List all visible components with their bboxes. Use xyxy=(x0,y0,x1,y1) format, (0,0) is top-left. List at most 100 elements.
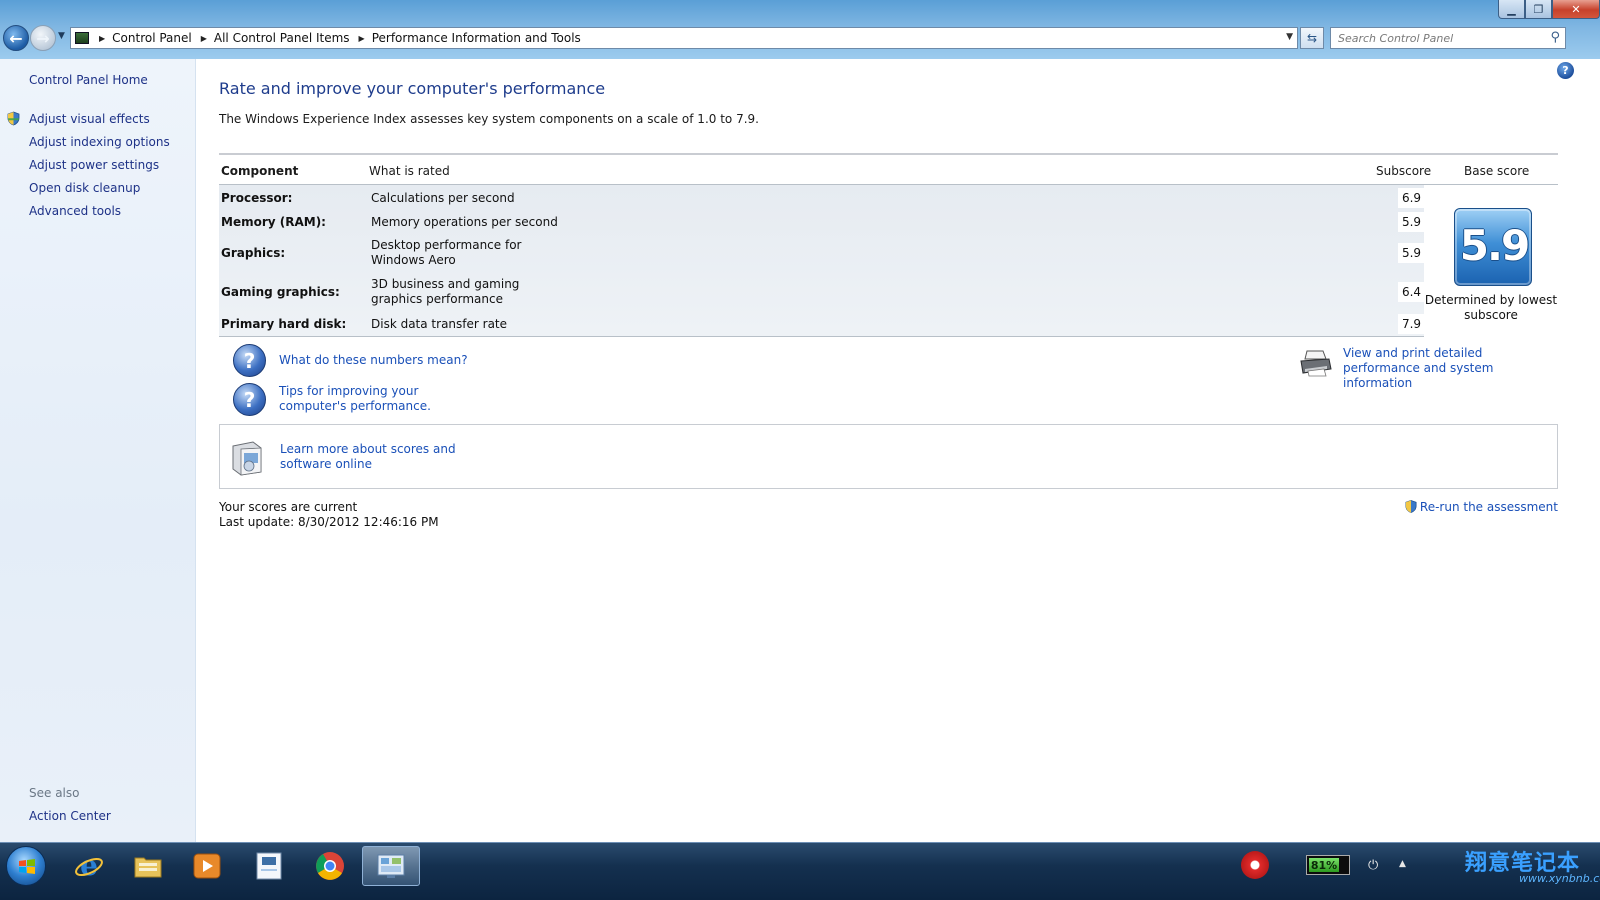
control-panel-home-link[interactable]: Control Panel Home xyxy=(29,73,148,87)
tips-improving-link[interactable]: Tips for improving your computer's perfo… xyxy=(279,384,484,414)
battery-indicator[interactable]: 81% xyxy=(1306,855,1350,875)
task-label[interactable]: Adjust indexing options xyxy=(29,135,170,149)
subscore-value: 5.9 xyxy=(1398,243,1425,263)
see-also-heading: See also xyxy=(29,786,80,800)
minimize-icon: ▁ xyxy=(1507,2,1516,16)
base-score-value: 5.9 xyxy=(1459,221,1530,270)
task-label[interactable]: Open disk cleanup xyxy=(29,181,140,195)
media-player-icon xyxy=(193,853,221,879)
address-dropdown-icon[interactable]: ▼ xyxy=(1286,32,1293,42)
learn-more-box: Learn more about scores and software onl… xyxy=(219,424,1558,489)
task-label[interactable]: Advanced tools xyxy=(29,204,121,218)
taskbar-control-panel[interactable] xyxy=(362,846,420,886)
table-body: Processor: Calculations per second 6.9 M… xyxy=(219,185,1558,337)
show-hidden-icons-icon[interactable]: ▲ xyxy=(1399,859,1406,869)
page-title: Rate and improve your computer's perform… xyxy=(219,79,606,98)
taskbar-internet-explorer[interactable]: e xyxy=(60,846,118,886)
internet-explorer-icon: e xyxy=(75,850,103,882)
task-adjust-visual-effects[interactable]: Adjust visual effects xyxy=(0,107,196,130)
windows-logo-icon xyxy=(19,859,35,874)
base-score-badge: 5.9 xyxy=(1454,208,1532,286)
search-icon[interactable]: ⚲ xyxy=(1550,30,1560,45)
table-row-memory: Memory (RAM): Memory operations per seco… xyxy=(219,212,1425,232)
breadcrumb-label[interactable]: All Control Panel Items xyxy=(214,31,350,45)
recent-pages-dropdown[interactable]: ▼ xyxy=(58,31,65,41)
taskbar-notepad[interactable] xyxy=(240,846,298,886)
subscore-value: 5.9 xyxy=(1398,212,1425,232)
table-header: Component What is rated Subscore Base sc… xyxy=(219,155,1558,185)
refresh-icon: ⇆ xyxy=(1306,31,1318,45)
taskbar-media-player[interactable] xyxy=(178,846,236,886)
breadcrumb-item-all-items[interactable]: ▶ All Control Panel Items xyxy=(192,31,350,45)
component-name: Memory (RAM): xyxy=(221,215,326,229)
subscore-value: 6.4 xyxy=(1398,282,1425,302)
header-base-score: Base score xyxy=(1464,164,1530,178)
view-print-details-link[interactable]: View and print detailed performance and … xyxy=(1343,346,1558,391)
shield-icon xyxy=(1405,500,1417,513)
shield-icon xyxy=(7,111,20,126)
subscore-value: 7.9 xyxy=(1398,314,1425,334)
close-button[interactable]: ✕ xyxy=(1552,0,1600,19)
refresh-button[interactable]: ⇆ xyxy=(1300,27,1324,49)
taskbar-windows-explorer[interactable] xyxy=(119,846,177,886)
breadcrumb-label[interactable]: Control Panel xyxy=(112,31,192,45)
breadcrumb-item-performance[interactable]: ▶ Performance Information and Tools xyxy=(350,31,581,45)
breadcrumb-label[interactable]: Performance Information and Tools xyxy=(372,31,581,45)
what-is-rated: Desktop performance for Windows Aero xyxy=(371,238,522,267)
arrow-right-icon: → xyxy=(36,28,50,48)
notepad-icon xyxy=(256,852,282,880)
base-score-caption: Determined by lowest subscore xyxy=(1424,293,1558,322)
back-button[interactable]: ← xyxy=(3,25,29,51)
table-row-gaming-graphics: Gaming graphics: 3D business and gaming … xyxy=(219,275,1425,309)
task-advanced-tools[interactable]: Advanced tools xyxy=(0,199,196,222)
what-is-rated: Disk data transfer rate xyxy=(371,316,508,331)
rerun-label[interactable]: Re-run the assessment xyxy=(1420,500,1558,514)
minimize-button[interactable]: ▁ xyxy=(1498,0,1525,19)
chevron-down-icon: ▼ xyxy=(58,31,65,41)
action-center-link[interactable]: Action Center xyxy=(29,809,111,823)
task-adjust-indexing-options[interactable]: Adjust indexing options xyxy=(0,130,196,153)
address-bar[interactable]: ▶ Control Panel ▶ All Control Panel Item… xyxy=(70,27,1298,49)
learn-more-scores-link[interactable]: Learn more about scores and software onl… xyxy=(280,442,485,472)
power-plug-icon[interactable]: ⏻ xyxy=(1368,858,1378,873)
task-list: Adjust visual effects Adjust indexing op… xyxy=(0,107,196,222)
chrome-icon xyxy=(316,852,344,880)
forward-button[interactable]: → xyxy=(30,25,56,51)
control-panel-icon xyxy=(377,854,405,878)
what-is-rated: 3D business and gaming graphics performa… xyxy=(371,277,520,306)
window-controls: ▁ ❐ ✕ xyxy=(1498,0,1600,19)
question-icon: ? xyxy=(233,383,266,416)
task-label[interactable]: Adjust visual effects xyxy=(29,112,150,126)
task-label[interactable]: Adjust power settings xyxy=(29,158,159,172)
header-subscore: Subscore xyxy=(1376,164,1432,178)
experience-index-table: Component What is rated Subscore Base sc… xyxy=(219,153,1558,337)
what-is-rated: Memory operations per second xyxy=(371,214,558,229)
taskbar-chrome[interactable] xyxy=(301,846,359,886)
component-name: Graphics: xyxy=(221,246,286,260)
window-titlebar: ▁ ❐ ✕ ← → ▼ ▶ Control Panel ▶ All Contro… xyxy=(0,0,1600,59)
help-icon[interactable]: ? xyxy=(1557,62,1574,79)
maximize-icon: ❐ xyxy=(1533,2,1544,16)
chevron-right-icon[interactable]: ▶ xyxy=(201,34,207,43)
main-content: ? Rate and improve your computer's perfo… xyxy=(197,59,1600,842)
component-name: Gaming graphics: xyxy=(221,285,340,299)
task-open-disk-cleanup[interactable]: Open disk cleanup xyxy=(0,176,196,199)
page-description: The Windows Experience Index assesses ke… xyxy=(219,112,759,126)
table-row-graphics: Graphics: Desktop performance for Window… xyxy=(219,236,1425,270)
chevron-right-icon[interactable]: ▶ xyxy=(359,34,365,43)
security-tray-icon[interactable] xyxy=(1241,851,1269,879)
question-icon: ? xyxy=(233,344,266,377)
header-what-is-rated: What is rated xyxy=(369,164,450,178)
task-adjust-power-settings[interactable]: Adjust power settings xyxy=(0,153,196,176)
notification-area: 81% ⏻ ▲ 翔意笔记本 www.xynbnb.com xyxy=(1233,845,1600,889)
what-numbers-mean-link[interactable]: What do these numbers mean? xyxy=(279,353,468,368)
search-box[interactable]: ⚲ xyxy=(1330,27,1566,49)
rerun-assessment-link[interactable]: Re-run the assessment xyxy=(1404,499,1558,514)
breadcrumb-item-control-panel[interactable]: ▶ Control Panel xyxy=(95,31,192,45)
maximize-button[interactable]: ❐ xyxy=(1525,0,1552,19)
header-component: Component xyxy=(221,164,299,178)
search-input[interactable] xyxy=(1338,31,1538,45)
chevron-right-icon[interactable]: ▶ xyxy=(99,34,105,43)
watermark-url: www.xynbnb.com xyxy=(1519,872,1600,885)
start-button[interactable] xyxy=(6,846,46,886)
